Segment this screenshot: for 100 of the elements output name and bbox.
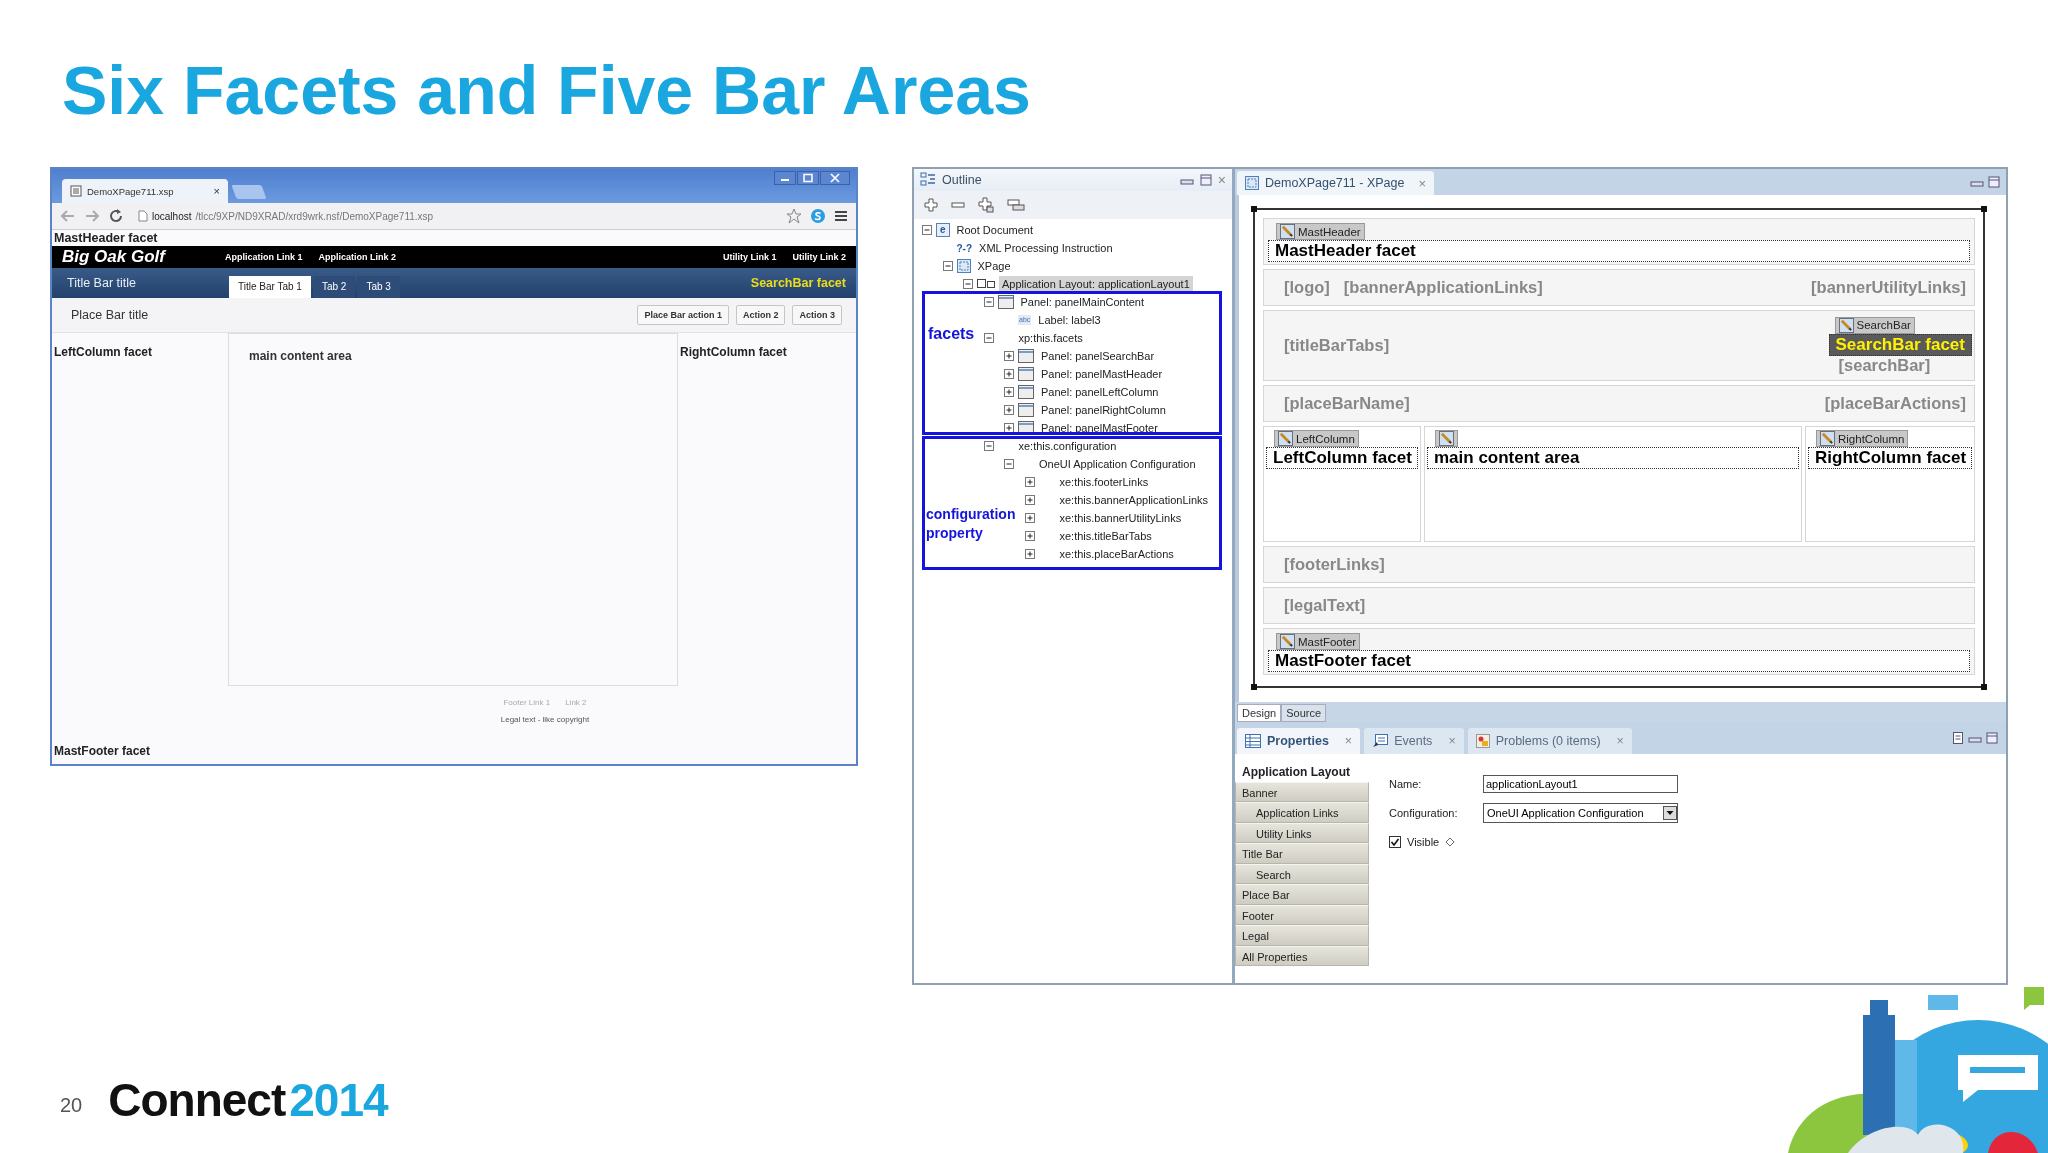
- minimize-icon[interactable]: [774, 171, 796, 185]
- view-tab[interactable]: Source: [1281, 704, 1327, 722]
- tree-toggle[interactable]: [1004, 423, 1014, 433]
- facet-tag[interactable]: MastFooter: [1276, 633, 1361, 650]
- configuration-dropdown[interactable]: OneUI Application Configuration: [1483, 803, 1678, 823]
- tree-toggle[interactable]: [1024, 549, 1035, 559]
- tree-toggle[interactable]: [1024, 495, 1035, 505]
- panel-tab[interactable]: Events ×: [1364, 728, 1464, 754]
- tree-item[interactable]: Panel: panelLeftColumn: [1038, 384, 1162, 400]
- visible-checkbox[interactable]: [1389, 836, 1401, 848]
- maximize-icon[interactable]: [797, 171, 819, 185]
- link-icon[interactable]: [1007, 198, 1025, 212]
- tree-item[interactable]: xe:this.footerLinks: [1056, 474, 1152, 490]
- maximize-icon[interactable]: [1986, 732, 1998, 744]
- tree-item[interactable]: xe:this.titleBarTabs: [1056, 528, 1155, 544]
- panel-tab[interactable]: Problems (0 items) ×: [1467, 728, 1632, 754]
- tree-item[interactable]: XPage: [974, 258, 1014, 274]
- tree-item[interactable]: xe:this.bannerApplicationLinks: [1056, 492, 1212, 508]
- tree-item[interactable]: Panel: panelMainContent: [1017, 294, 1148, 310]
- tree-toggle[interactable]: [963, 279, 973, 289]
- menu-icon[interactable]: [834, 209, 848, 223]
- tree-toggle[interactable]: [1024, 513, 1035, 523]
- tree-item[interactable]: xe:this.configuration: [1015, 438, 1120, 454]
- resize-handle[interactable]: [1251, 684, 1257, 690]
- title-bar-tab[interactable]: Title Bar Tab 1: [229, 276, 311, 298]
- facet-tag[interactable]: SearchBar: [1834, 316, 1915, 334]
- tree-toggle[interactable]: [922, 225, 932, 235]
- placeholder-text: [legalText]: [1284, 596, 1366, 615]
- tree-item[interactable]: Panel: panelMastHeader: [1038, 366, 1166, 382]
- tree-item[interactable]: xe:this.placeBarActions: [1056, 546, 1177, 562]
- tree-toggle[interactable]: [942, 261, 953, 271]
- page-icon: [70, 185, 82, 197]
- facet-tag[interactable]: LeftColumn: [1274, 430, 1359, 447]
- property-section[interactable]: Utility Links: [1235, 822, 1369, 843]
- tree-toggle[interactable]: [1004, 351, 1014, 361]
- maximize-icon[interactable]: [1988, 176, 2000, 188]
- logo[interactable]: Big Oak Golf: [62, 247, 165, 267]
- facet-tag[interactable]: [1435, 430, 1458, 447]
- resize-handle[interactable]: [1981, 206, 1987, 212]
- place-bar-action-button[interactable]: Place Bar action 1: [637, 305, 729, 325]
- reload-icon[interactable]: [108, 208, 124, 224]
- tree-item[interactable]: Label: label3: [1035, 312, 1104, 328]
- name-field[interactable]: applicationLayout1: [1483, 775, 1678, 793]
- tree-toggle[interactable]: [1004, 405, 1014, 415]
- document-icon[interactable]: [1952, 732, 1964, 744]
- view-tab[interactable]: Design: [1237, 704, 1282, 722]
- panel-title: Outline: [942, 173, 982, 187]
- tree-item[interactable]: xe:this.bannerUtilityLinks: [1056, 510, 1185, 526]
- resize-handle[interactable]: [1251, 206, 1257, 212]
- utility-link[interactable]: Utility Link 2: [792, 252, 846, 262]
- property-section[interactable]: Banner: [1235, 781, 1369, 802]
- tree-item[interactable]: Panel: panelMastFooter: [1038, 420, 1161, 436]
- tree-item[interactable]: xp:this.facets: [1015, 330, 1086, 346]
- facet-text: MastFooter facet: [1275, 651, 1412, 670]
- close-icon[interactable]: [820, 171, 850, 185]
- application-link[interactable]: Application Link 2: [318, 252, 396, 262]
- tree-item[interactable]: XML Processing Instruction: [976, 240, 1116, 256]
- tree-item[interactable]: OneUI Application Configuration: [1036, 456, 1199, 472]
- tree-toggle[interactable]: [1024, 531, 1035, 541]
- tree-toggle[interactable]: [983, 441, 994, 451]
- pencil-icon: [1280, 224, 1295, 239]
- property-section[interactable]: All Properties: [1235, 945, 1369, 966]
- tree-toggle[interactable]: [1024, 477, 1035, 487]
- tree-toggle[interactable]: [983, 297, 994, 307]
- maximize-icon[interactable]: [1199, 174, 1212, 186]
- property-section[interactable]: Title Bar: [1235, 843, 1369, 864]
- facet-tag[interactable]: MastHeader: [1276, 223, 1365, 240]
- panel-tab[interactable]: Properties ×: [1237, 728, 1361, 754]
- property-section[interactable]: Search: [1235, 863, 1369, 884]
- browser-tab[interactable]: DemoXPage711.xsp ×: [62, 179, 228, 203]
- plus-icon[interactable]: [978, 197, 994, 213]
- title-bar-tab[interactable]: Tab 2: [312, 276, 356, 298]
- close-button[interactable]: ×: [213, 185, 220, 197]
- star-icon[interactable]: [786, 208, 802, 224]
- place-bar-action-button[interactable]: Action 2: [735, 305, 786, 325]
- extension-icon[interactable]: [810, 208, 826, 224]
- property-section[interactable]: Application Links: [1235, 802, 1369, 823]
- plus-icon[interactable]: [924, 198, 938, 212]
- property-section[interactable]: Place Bar: [1235, 884, 1369, 905]
- property-section[interactable]: Footer: [1235, 904, 1369, 925]
- facet-tag[interactable]: RightColumn: [1816, 430, 1909, 447]
- tree-item[interactable]: Application Layout: applicationLayout1: [999, 276, 1193, 292]
- tree-toggle[interactable]: [1004, 459, 1014, 469]
- place-bar-action-button[interactable]: Action 3: [792, 305, 842, 325]
- resize-handle[interactable]: [1981, 684, 1987, 690]
- layout-frame[interactable]: [1253, 208, 1985, 688]
- tree-toggle[interactable]: [983, 333, 994, 343]
- tree-item[interactable]: Panel: panelSearchBar: [1038, 348, 1158, 364]
- application-link[interactable]: Application Link 1: [224, 252, 303, 262]
- facet-text: RightColumn facet: [1815, 448, 1967, 467]
- tree-toggle[interactable]: [1004, 369, 1014, 379]
- tree-item[interactable]: Root Document: [953, 222, 1036, 238]
- property-section[interactable]: Legal: [1235, 925, 1369, 946]
- tree-toggle[interactable]: [1004, 387, 1014, 397]
- title-bar-tab[interactable]: Tab 3: [357, 276, 400, 298]
- utility-link[interactable]: Utility Link 1: [722, 252, 777, 262]
- close-button[interactable]: ×: [1418, 175, 1427, 191]
- search-bar-facet: SearchBar facet: [750, 276, 846, 290]
- editor-tab[interactable]: DemoXPage711 - XPage ×: [1237, 171, 1435, 195]
- tree-item[interactable]: Panel: panelRightColumn: [1038, 402, 1169, 418]
